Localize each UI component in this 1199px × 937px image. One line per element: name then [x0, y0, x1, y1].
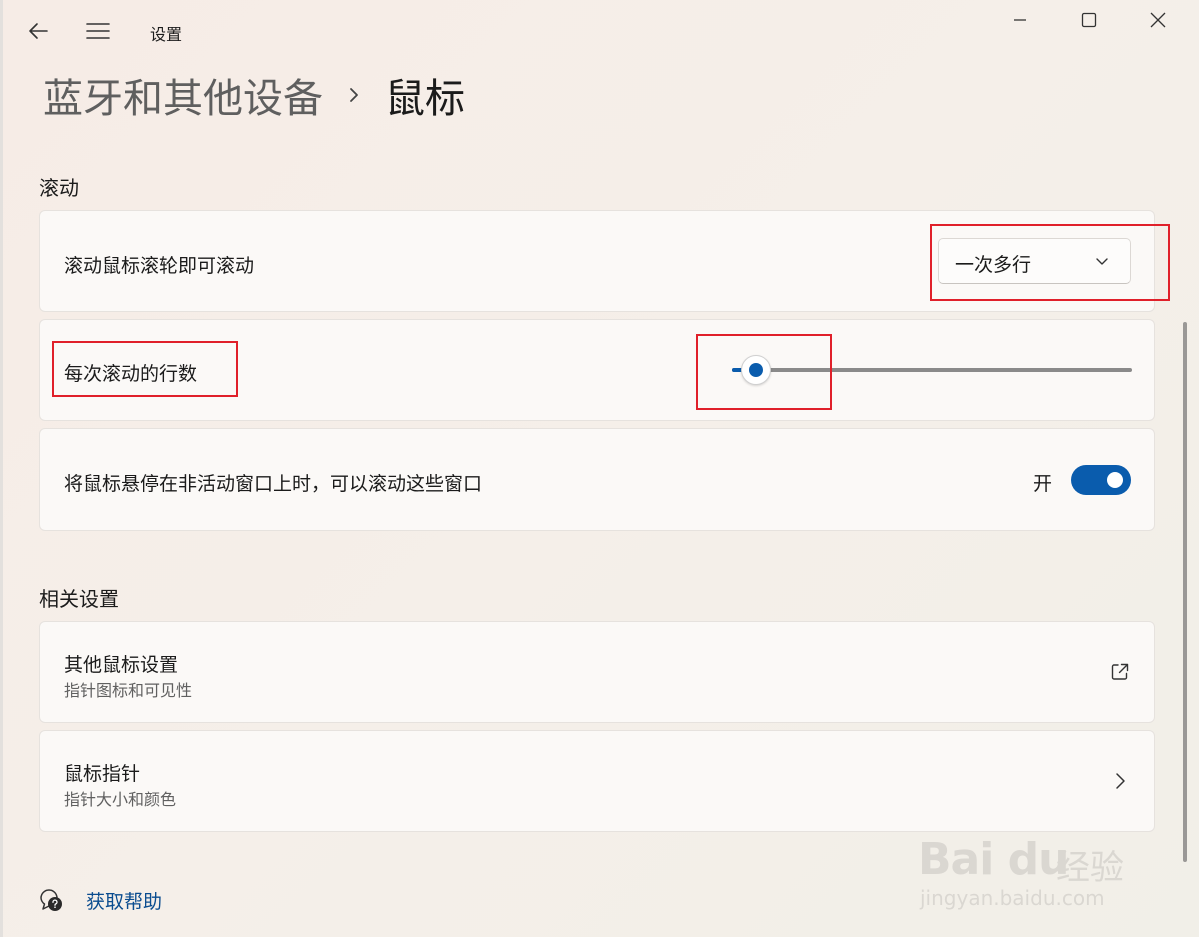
highlight-box-lines-label	[52, 341, 238, 397]
section-title-scrolling: 滚动	[39, 176, 79, 200]
breadcrumb-parent-link[interactable]: 蓝牙和其他设备	[43, 66, 323, 124]
vertical-scrollbar[interactable]	[1183, 322, 1187, 862]
help-chat-icon	[40, 889, 62, 911]
minimize-icon	[1014, 19, 1026, 21]
baidu-jingyan-watermark: Bai du 经验 jingyan.baidu.com	[918, 808, 1138, 918]
chevron-right-icon	[1116, 773, 1125, 789]
other-mouse-settings-subtitle: 指针图标和可见性	[64, 681, 193, 700]
maximize-button[interactable]	[1055, 0, 1123, 40]
inactive-window-scroll-toggle[interactable]	[1071, 465, 1131, 495]
watermark-logo-cn: 经验	[1056, 848, 1124, 888]
back-arrow-icon	[29, 23, 48, 39]
hamburger-menu-icon	[86, 23, 110, 39]
get-help-link[interactable]: 获取帮助	[38, 882, 162, 918]
other-mouse-settings-title: 其他鼠标设置	[64, 654, 179, 676]
toggle-state-label: 开	[1033, 473, 1053, 495]
breadcrumb: 蓝牙和其他设备 鼠标	[43, 65, 465, 125]
breadcrumb-separator-chevron-icon	[347, 84, 361, 106]
watermark-url: jingyan.baidu.com	[920, 886, 1105, 910]
inactive-window-scroll-label: 将鼠标悬停在非活动窗口上时，可以滚动这些窗口	[64, 473, 483, 495]
maximize-icon	[1081, 12, 1097, 28]
wheel-scroll-label: 滚动鼠标滚轮即可滚动	[64, 255, 255, 277]
close-button[interactable]	[1124, 0, 1192, 40]
app-title: 设置	[150, 25, 183, 44]
page-title: 鼠标	[385, 76, 465, 122]
navigation-menu-button[interactable]	[83, 16, 113, 46]
toggle-knob	[1107, 472, 1123, 488]
highlight-box-slider	[696, 334, 832, 410]
mouse-pointer-title: 鼠标指针	[64, 763, 141, 785]
inactive-window-scroll-card: 将鼠标悬停在非活动窗口上时，可以滚动这些窗口 开	[39, 428, 1155, 531]
mouse-pointer-subtitle: 指针大小和颜色	[64, 790, 177, 809]
title-bar: 设置	[0, 0, 1199, 60]
watermark-logo: Bai du	[918, 834, 1069, 885]
get-help-label: 获取帮助	[86, 890, 163, 913]
close-icon	[1150, 12, 1166, 28]
other-mouse-settings-card[interactable]: 其他鼠标设置 指针图标和可见性	[39, 621, 1155, 723]
left-window-edge	[0, 0, 3, 937]
external-link-icon	[1111, 663, 1129, 680]
minimize-button[interactable]	[986, 0, 1054, 40]
back-button[interactable]	[23, 16, 53, 46]
highlight-box-dropdown	[930, 224, 1170, 301]
section-title-related: 相关设置	[39, 587, 119, 611]
